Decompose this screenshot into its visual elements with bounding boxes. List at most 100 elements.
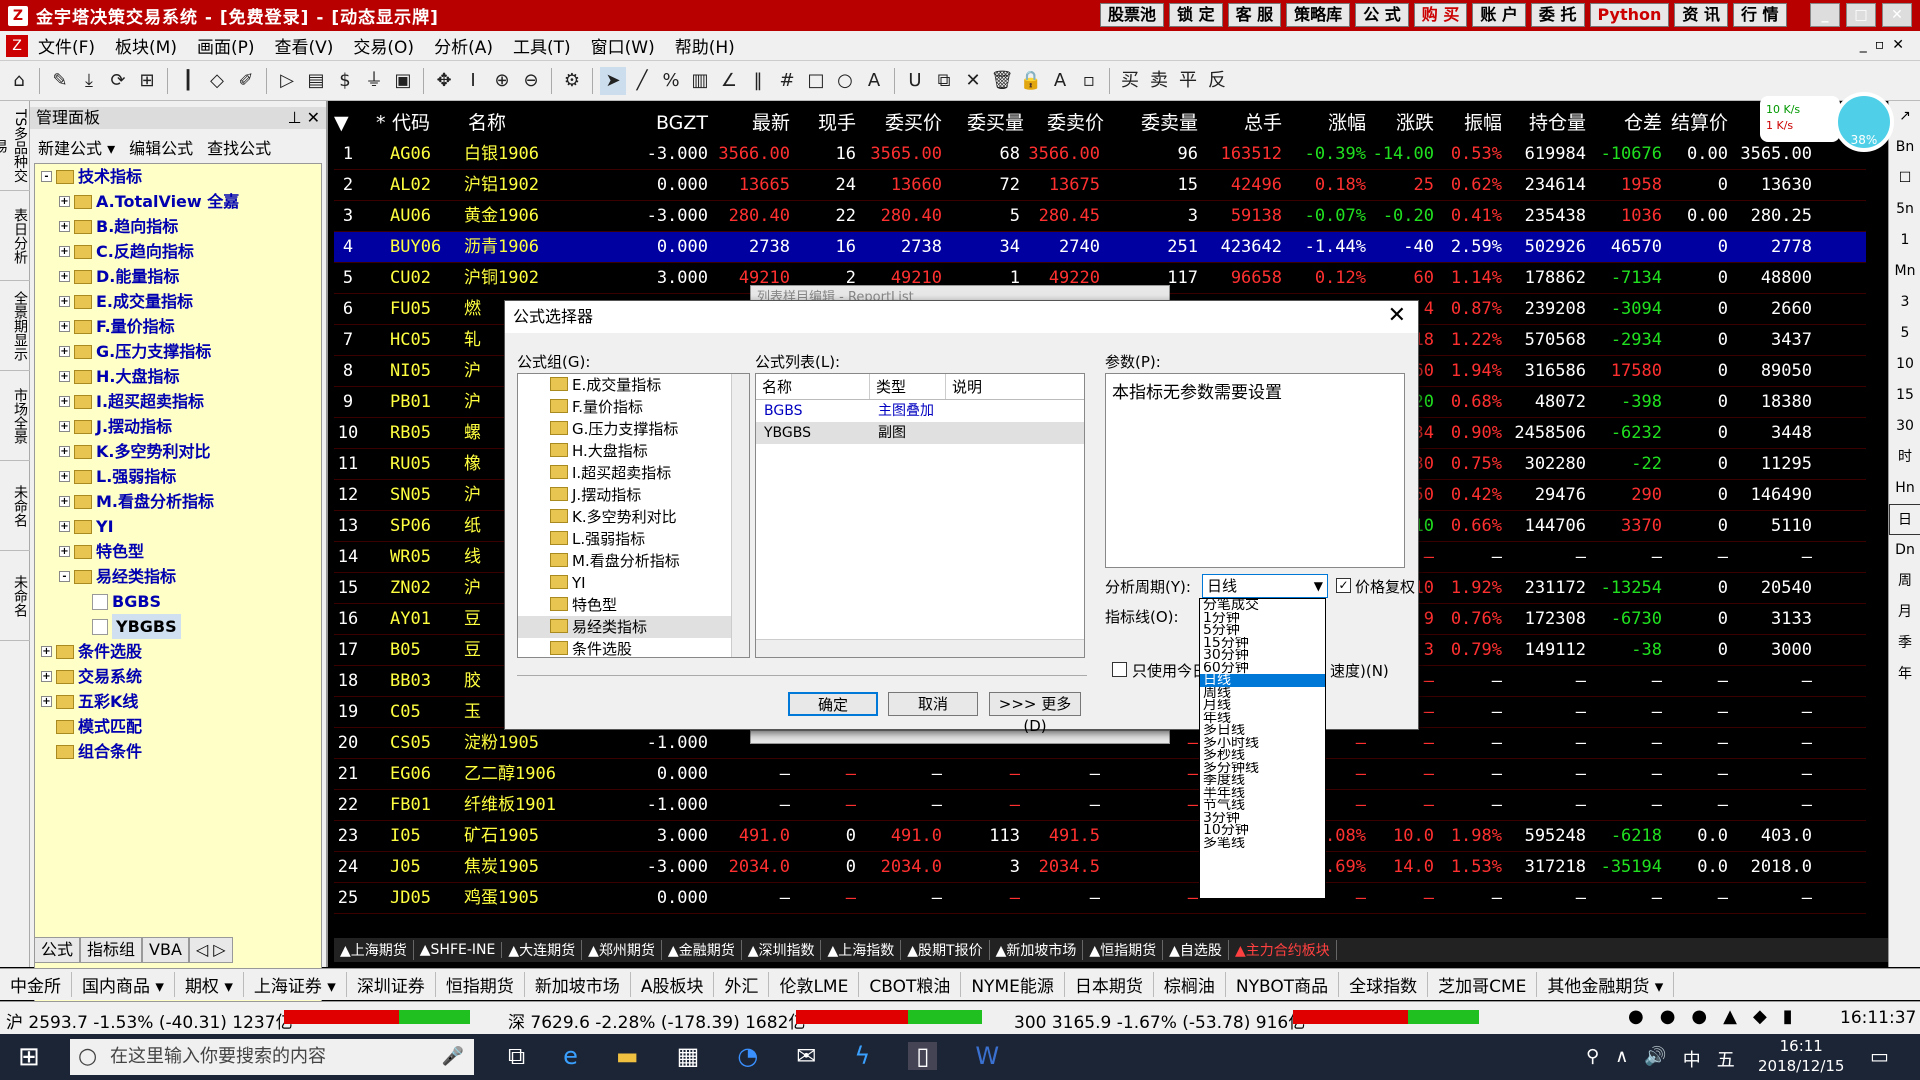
market-tab[interactable]: ▲主力合约板块 [1229, 940, 1337, 960]
sell-icon[interactable]: 卖 [1146, 67, 1172, 95]
tree-node[interactable]: + B.趋向指标 [35, 214, 321, 239]
trash-icon[interactable]: 🗑 [989, 67, 1015, 95]
menu-item[interactable]: 板块(M) [105, 33, 187, 58]
expand-toggle-icon[interactable]: + [59, 446, 70, 457]
period-option[interactable]: 多秒线 [1200, 749, 1325, 762]
title-button[interactable]: 锁 定 [1169, 3, 1223, 27]
table-row[interactable]: 2 AL02 沪铝1902 0.000 13665 24 13660 72 13675 15 424… [334, 170, 1866, 201]
expand-toggle-icon[interactable]: + [41, 696, 52, 707]
group-item[interactable]: H.大盘指标 [518, 440, 749, 462]
move-icon[interactable]: ✥ [431, 67, 457, 95]
column-header[interactable]: 委买价 [858, 109, 942, 137]
tree-node[interactable]: BGBS [35, 589, 321, 614]
filter-icon[interactable]: ⏚ [361, 67, 387, 95]
panel-tab[interactable]: 指标组 [80, 937, 143, 963]
column-header[interactable]: 持仓量 [1506, 109, 1586, 137]
expand-toggle-icon[interactable]: + [59, 371, 70, 382]
table-row[interactable]: 22FB01纤维板1901-1.000—————————————— [334, 790, 1866, 821]
group-item[interactable]: L.强弱指标 [518, 528, 749, 550]
tree-node[interactable]: - 技术指标 [35, 164, 321, 189]
expand-toggle-icon[interactable]: + [59, 346, 70, 357]
market-tab[interactable]: ▲股期T报价 [901, 940, 990, 960]
rt-dn[interactable]: Dn [1889, 535, 1920, 566]
store-icon[interactable]: ▦ [677, 1042, 700, 1070]
column-header[interactable]: 总手 [1202, 109, 1282, 137]
reverse-icon[interactable]: 反 [1204, 67, 1230, 95]
group-item[interactable]: I.超买超卖指标 [518, 462, 749, 484]
dialog-close-icon[interactable]: ✕ [1388, 303, 1406, 328]
mdi-controls[interactable]: _▫✕ [1860, 37, 1912, 53]
market-button[interactable]: 日本期货 [1065, 972, 1154, 997]
menu-item[interactable]: 窗口(W) [581, 33, 665, 58]
market-button[interactable]: 其他金融期货 ▾ [1537, 972, 1675, 997]
tree-node[interactable]: + L.强弱指标 [35, 464, 321, 489]
market-tab[interactable]: ▲上海指数 [821, 940, 902, 960]
group-item[interactable]: G.压力支撑指标 [518, 418, 749, 440]
market-button[interactable]: 中金所 [0, 972, 72, 997]
formula-row[interactable]: YBGBS 副图 [756, 422, 1084, 444]
rt-3[interactable]: 3 [1889, 287, 1920, 318]
menu-item[interactable]: 交易(O) [343, 33, 424, 58]
notepad-icon[interactable]: ▯ [908, 1042, 938, 1070]
market-tab[interactable]: ▲自选股 [1163, 940, 1229, 960]
tree-node[interactable]: + C.反趋向指标 [35, 239, 321, 264]
market-button[interactable]: A股板块 [631, 972, 715, 997]
title-button[interactable]: 行 情 [1732, 3, 1787, 27]
people-icon[interactable]: ⚲ [1586, 1046, 1599, 1072]
tree-node[interactable]: YBGBS [35, 614, 321, 639]
ok-button[interactable]: 确定 [788, 692, 878, 716]
title-button[interactable]: 账 户 [1472, 3, 1526, 27]
column-header[interactable]: 结算价 [1664, 109, 1728, 137]
rt-30[interactable]: 30 [1889, 411, 1920, 442]
group-item[interactable]: E.成交量指标 [518, 374, 749, 396]
expand-toggle-icon[interactable]: + [59, 246, 70, 257]
tree-node[interactable]: + E.成交量指标 [35, 289, 321, 314]
market-button[interactable]: 期权 ▾ [175, 972, 244, 997]
grid-layout-icon[interactable]: ⊞ [134, 67, 160, 95]
group-item[interactable]: 条件选股 [518, 638, 749, 657]
settings-icon[interactable]: ⚙ [559, 67, 585, 95]
tree-node[interactable]: + I.超买超卖指标 [35, 389, 321, 414]
group-scrollbar[interactable] [731, 374, 749, 657]
copy-icon[interactable]: ⧉ [931, 67, 957, 95]
period-option[interactable]: 10分钟 [1200, 824, 1325, 837]
rt-hn[interactable]: Hn [1889, 473, 1920, 504]
group-item[interactable]: K.多空势利对比 [518, 506, 749, 528]
tree-node[interactable]: + F.量价指标 [35, 314, 321, 339]
task-view-icon[interactable]: ⧉ [508, 1042, 525, 1070]
line-tool-icon[interactable]: ╱ [629, 67, 655, 95]
market-button[interactable]: NYME能源 [961, 972, 1065, 997]
period-option[interactable]: 月线 [1200, 699, 1325, 712]
zoom-in-icon[interactable]: ⊕ [489, 67, 515, 95]
menu-item[interactable]: 文件(F) [28, 33, 105, 58]
word-icon[interactable]: W [975, 1042, 999, 1070]
minimize-button[interactable]: _ [1810, 3, 1840, 27]
market-button[interactable]: 恒指期货 [436, 972, 525, 997]
expand-toggle-icon[interactable]: - [41, 171, 52, 182]
rt-5[interactable]: 5 [1889, 318, 1920, 349]
tree-node[interactable]: + K.多空势利对比 [35, 439, 321, 464]
period-option[interactable]: 半年线 [1200, 787, 1325, 800]
cancel-button[interactable]: 取消 [888, 692, 978, 716]
fq-checkbox[interactable]: ✓ [1336, 578, 1351, 593]
tree-node[interactable]: + A.TotalView 全嘉 [35, 189, 321, 214]
period-option[interactable]: 周线 [1200, 687, 1325, 700]
rt-month[interactable]: 月 [1889, 597, 1920, 628]
title-button[interactable]: 委 托 [1530, 3, 1585, 27]
vertical-tab[interactable]: 表日分析 [0, 191, 30, 281]
table-row[interactable]: 25JD05鸡蛋19050.000—————————————— [334, 883, 1866, 914]
group-item[interactable]: YI [518, 572, 749, 594]
menu-item[interactable]: 帮助(H) [665, 33, 745, 58]
panel-pin-close[interactable]: ⊥ ✕ [288, 107, 320, 129]
title-button[interactable]: 公 式 [1355, 3, 1409, 27]
market-tab[interactable]: ▲深圳指数 [742, 940, 822, 960]
close-button[interactable]: ✕ [1882, 3, 1912, 27]
period-option[interactable]: 节气线 [1200, 799, 1325, 812]
taskbar-search[interactable]: ○ 在这里输入你要搜索的内容 🎤 [70, 1039, 474, 1075]
text-tool-icon[interactable]: A [861, 67, 887, 95]
more-button[interactable]: >>> 更多(D) [989, 692, 1081, 735]
market-tab[interactable]: ▲新加坡市场 [990, 940, 1084, 960]
tree-node[interactable]: 组合条件 [35, 739, 321, 764]
column-header[interactable]: BGZT [626, 109, 708, 137]
period-option[interactable]: 年线 [1200, 712, 1325, 725]
